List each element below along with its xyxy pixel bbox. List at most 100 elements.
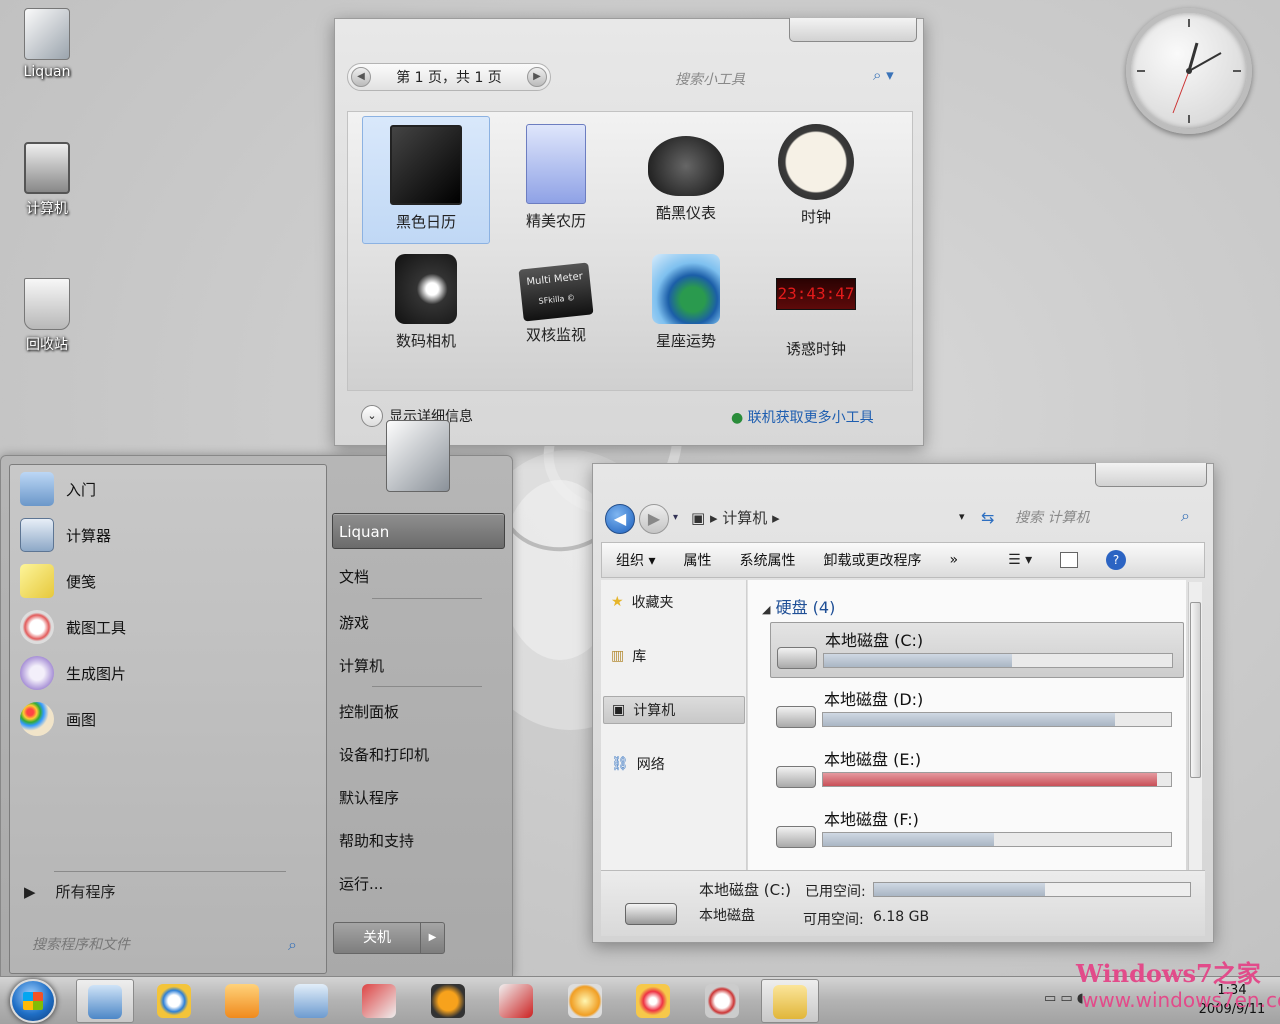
window-control-buttons[interactable] (789, 18, 917, 42)
taskbar-button-photo[interactable] (487, 979, 545, 1023)
desktop-icon-computer[interactable]: 计算机 (7, 142, 87, 218)
start-right-control-panel[interactable]: 控制面板 (339, 701, 399, 722)
shutdown-button[interactable]: 关机 ▶ (333, 922, 445, 954)
start-right-default-programs[interactable]: 默认程序 (339, 787, 399, 808)
taskbar-button-snipping-tool[interactable] (693, 979, 751, 1023)
right-separator (372, 686, 482, 687)
forward-button[interactable]: ▶ (639, 504, 669, 534)
start-right-documents[interactable]: 文档 (339, 566, 369, 587)
computer-explorer-window: ◀ ▶ ▾ ▣ ▸ 计算机 ▸ ▾ ⇆ 搜索 计算机 ⌕ 组织 ▾ 属性 系统属… (592, 463, 1214, 943)
nav-label: 库 (632, 649, 647, 665)
taskbar-button-internet-explorer[interactable] (145, 979, 203, 1023)
windows-logo-icon (23, 992, 43, 1010)
nav-network[interactable]: ⛓ 网络 (611, 754, 665, 774)
gadget-digital-clock[interactable]: 23:43:47 诱惑时钟 (752, 246, 880, 374)
uninstall-program-button[interactable]: 卸载或更改程序 (809, 550, 935, 570)
image-generator-icon (20, 656, 54, 690)
explorer-search-input[interactable]: 搜索 计算机 (1015, 504, 1209, 532)
start-item-paint[interactable]: 画图 (20, 699, 96, 739)
all-programs-button[interactable]: ▶ 所有程序 (24, 881, 116, 902)
taskbar-button-disc-burner[interactable] (624, 979, 682, 1023)
shutdown-options-arrow-icon[interactable]: ▶ (420, 923, 444, 953)
gadget-black-gauge[interactable]: 酷黑仪表 (622, 116, 750, 244)
explorer-icon (88, 985, 122, 1019)
desktop-icon-recycle-bin[interactable]: 回收站 (7, 278, 87, 354)
right-separator (372, 598, 482, 599)
recycle-bin-icon (24, 278, 70, 330)
desktop-icon-liquan[interactable]: Liquan (7, 8, 87, 80)
more-commands-button[interactable]: » (935, 552, 972, 568)
start-right-run[interactable]: 运行... (339, 873, 383, 894)
gadget-lunar-calendar[interactable]: 精美农历 (492, 116, 620, 244)
vertical-scrollbar[interactable] (1188, 582, 1202, 870)
start-button[interactable] (10, 979, 56, 1023)
search-icon[interactable]: ⌕ ▾ (873, 66, 894, 84)
taskbar-button-music[interactable] (419, 979, 477, 1023)
address-bar[interactable]: ▣ ▸ 计算机 ▸ (691, 504, 975, 532)
clock-gadget[interactable] (1126, 8, 1252, 134)
gadget-search-input[interactable]: 搜索小工具 (675, 69, 745, 89)
start-item-getting-started[interactable]: 入门 (20, 469, 96, 509)
search-icon[interactable]: ⌕ (1181, 506, 1190, 526)
gadget-clock[interactable]: 时钟 (752, 116, 880, 244)
drive-f[interactable]: 本地磁盘 (F:) (770, 802, 1184, 858)
refresh-icon[interactable]: ⇆ (981, 508, 994, 527)
taskbar-button-folder[interactable] (761, 979, 819, 1023)
get-more-gadgets-link[interactable]: ● 联机获取更多小工具 (731, 407, 874, 427)
organize-button[interactable]: 组织 ▾ (602, 550, 669, 570)
nav-label: 计算机 (633, 703, 676, 719)
nav-label: 收藏夹 (631, 595, 674, 611)
taskbar-button-tools[interactable] (350, 979, 408, 1023)
drive-label: 本地磁盘 (D:) (824, 690, 924, 709)
back-button[interactable]: ◀ (605, 504, 635, 534)
gadget-dual-core-monitor[interactable]: Multi Meter SFkilla © 双核监视 (492, 246, 620, 374)
start-item-sticky-notes[interactable]: 便笺 (20, 561, 96, 601)
prev-page-button[interactable]: ◀ (351, 67, 371, 87)
gadget-black-calendar[interactable]: 黑色日历 (362, 116, 490, 244)
gadget-digital-camera[interactable]: 数码相机 (362, 246, 490, 374)
start-item-image-generator[interactable]: 生成图片 (20, 653, 126, 693)
taskbar-button-sun-app[interactable] (556, 979, 614, 1023)
start-item-snipping-tool[interactable]: 截图工具 (20, 607, 126, 647)
details-drive-type: 本地磁盘 (699, 908, 755, 924)
taskbar-button-media-player[interactable] (213, 979, 271, 1023)
start-search-input[interactable]: 搜索程序和文件 (32, 931, 312, 959)
tray-icons[interactable]: ▭ ▭ ◖ (1044, 991, 1084, 1006)
start-right-games[interactable]: 游戏 (339, 612, 369, 633)
history-dropdown-icon[interactable]: ▾ (673, 512, 678, 523)
search-icon[interactable]: ⌕ (288, 935, 297, 955)
start-right-computer[interactable]: 计算机 (339, 655, 384, 676)
properties-button[interactable]: 属性 (669, 550, 725, 570)
address-dropdown-icon[interactable]: ▾ (959, 510, 965, 523)
scroll-thumb[interactable] (1190, 602, 1201, 778)
start-right-devices-printers[interactable]: 设备和打印机 (339, 744, 429, 765)
help-icon[interactable]: ? (1106, 550, 1127, 570)
drive-usage-fill (823, 773, 1158, 786)
preview-pane-icon[interactable] (1060, 552, 1079, 568)
cpu-meter-icon: Multi Meter SFkilla © (518, 262, 594, 322)
user-picture[interactable] (386, 420, 450, 492)
group-label: 硬盘 (4) (775, 598, 836, 617)
taskbar-button-explorer[interactable] (76, 979, 134, 1023)
start-right-help-support[interactable]: 帮助和支持 (339, 830, 414, 851)
start-item-calculator[interactable]: 计算器 (20, 515, 111, 555)
drive-d[interactable]: 本地磁盘 (D:) (770, 682, 1184, 738)
nav-libraries[interactable]: ▥ 库 (611, 646, 646, 666)
system-properties-button[interactable]: 系统属性 (725, 550, 809, 570)
gadget-horoscope[interactable]: 星座运势 (622, 246, 750, 374)
watermark-url: www.windows7en.com (1082, 988, 1280, 1012)
window-control-buttons[interactable] (1095, 463, 1207, 487)
hard-disks-group-header[interactable]: ◢ 硬盘 (4) (762, 594, 835, 618)
all-programs-label: 所有程序 (55, 883, 116, 901)
next-page-button[interactable]: ▶ (527, 67, 547, 87)
drive-e[interactable]: 本地磁盘 (E:) (770, 742, 1184, 798)
taskbar-button-control-panel[interactable] (282, 979, 340, 1023)
drive-c[interactable]: 本地磁盘 (C:) (770, 622, 1184, 678)
navigation-pane: ★ 收藏夹 ▥ 库 ▣ 计算机 ⛓ 网络 (601, 580, 747, 870)
view-options-icon[interactable]: ☰ ▾ (1008, 552, 1032, 568)
start-right-user[interactable]: Liquan (332, 513, 505, 549)
nav-computer[interactable]: ▣ 计算机 (603, 696, 745, 724)
media-player-icon (225, 984, 259, 1018)
nav-favorites[interactable]: ★ 收藏夹 (611, 592, 674, 612)
internet-explorer-icon (156, 984, 191, 1018)
